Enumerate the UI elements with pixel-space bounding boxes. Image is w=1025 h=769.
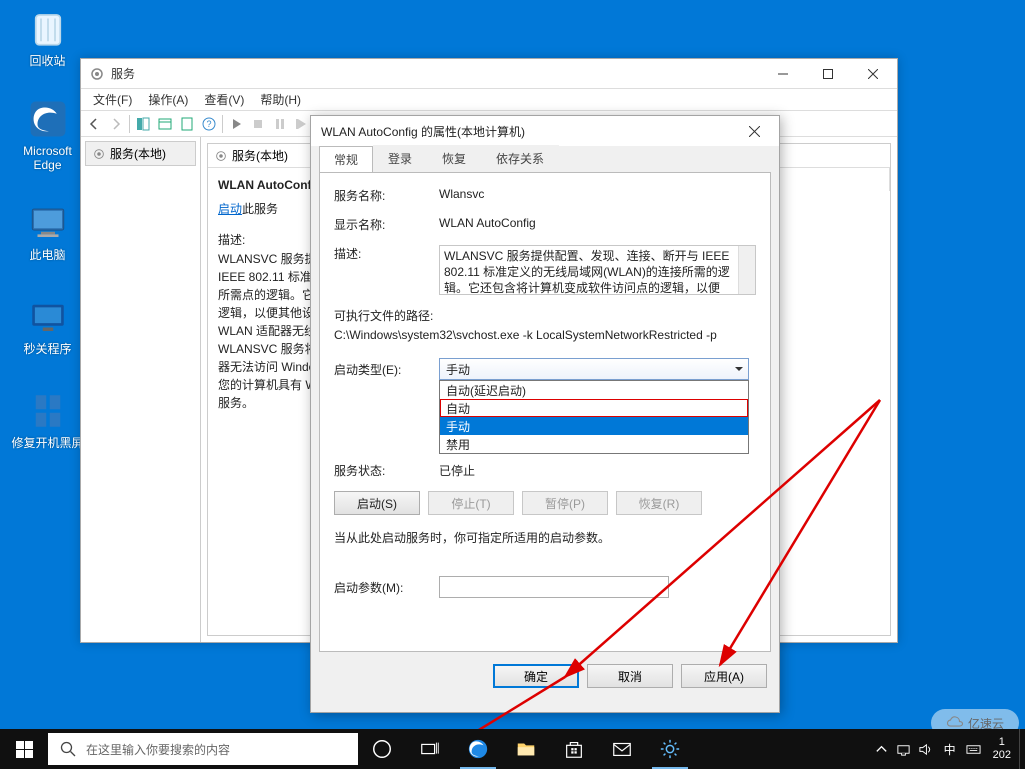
- apply-button[interactable]: 应用(A): [681, 664, 767, 688]
- system-tray: 中 1202: [871, 729, 1025, 769]
- gear-icon: [214, 149, 228, 163]
- taskbar-edge[interactable]: [454, 729, 502, 769]
- tray-network-icon[interactable]: [893, 729, 915, 769]
- tab-recovery[interactable]: 恢复: [427, 145, 481, 172]
- repair-tool-icon: [27, 390, 69, 432]
- display-name-value: WLAN AutoConfig: [439, 216, 756, 230]
- gear-icon: [89, 66, 105, 82]
- services-tree-pane: 服务(本地): [81, 137, 201, 642]
- display-name-label: 显示名称:: [334, 216, 439, 233]
- taskbar-store[interactable]: [550, 729, 598, 769]
- toolbar-help[interactable]: ?: [198, 113, 220, 135]
- search-icon: [60, 741, 76, 757]
- minimize-button[interactable]: [760, 59, 805, 89]
- startup-type-label: 启动类型(E):: [334, 361, 439, 378]
- cortana-button[interactable]: [358, 729, 406, 769]
- resume-button: 恢复(R): [616, 491, 702, 515]
- desktop-icon-this-pc[interactable]: 此电脑: [10, 202, 85, 262]
- taskbar: 在这里输入你要搜索的内容 中 1202: [0, 729, 1025, 769]
- props-close-button[interactable]: [732, 116, 777, 146]
- tab-general[interactable]: 常规: [319, 146, 373, 173]
- start-service-link[interactable]: 启动: [218, 202, 242, 216]
- exe-path-value: C:\Windows\system32\svchost.exe -k Local…: [334, 328, 756, 342]
- shutdown-tool-icon: [27, 296, 69, 338]
- menu-help[interactable]: 帮助(H): [252, 89, 309, 111]
- startup-hint: 当从此处启动服务时，你可指定所适用的启动参数。: [334, 529, 756, 546]
- scrollbar[interactable]: [738, 246, 755, 294]
- props-title: WLAN AutoConfig 的属性(本地计算机): [321, 123, 732, 140]
- maximize-button[interactable]: [805, 59, 850, 89]
- cancel-button[interactable]: 取消: [587, 664, 673, 688]
- description-label: 描述:: [334, 245, 439, 262]
- tray-chevron-up-icon[interactable]: [871, 729, 893, 769]
- toolbar-forward[interactable]: [105, 113, 127, 135]
- services-local-node[interactable]: 服务(本地): [85, 141, 196, 166]
- option-auto-delayed[interactable]: 自动(延迟启动): [440, 381, 748, 399]
- show-desktop-button[interactable]: [1019, 729, 1025, 769]
- services-menubar[interactable]: 文件(F) 操作(A) 查看(V) 帮助(H): [81, 89, 897, 111]
- props-titlebar[interactable]: WLAN AutoConfig 的属性(本地计算机): [311, 116, 779, 146]
- toolbar-properties[interactable]: [154, 113, 176, 135]
- stop-button: 停止(T): [428, 491, 514, 515]
- desktop-icon-shutdown-tool[interactable]: 秒关程序: [10, 296, 85, 356]
- service-name-label: 服务名称:: [334, 187, 439, 204]
- toolbar-pause-service[interactable]: [269, 113, 291, 135]
- toolbar-export[interactable]: [176, 113, 198, 135]
- startup-type-select[interactable]: 手动: [439, 358, 749, 380]
- services-title: 服务: [111, 65, 760, 82]
- service-status-label: 服务状态:: [334, 462, 439, 479]
- taskbar-file-explorer[interactable]: [502, 729, 550, 769]
- pause-button: 暂停(P): [522, 491, 608, 515]
- desktop-icon-repair-tool[interactable]: 修复开机黑屏: [10, 390, 85, 450]
- startup-type-dropdown: 自动(延迟启动) 自动 手动 禁用: [439, 380, 749, 454]
- toolbar-back[interactable]: [83, 113, 105, 135]
- tray-keyboard-icon[interactable]: [963, 729, 985, 769]
- tray-ime[interactable]: 中: [937, 729, 963, 769]
- taskbar-settings[interactable]: [646, 729, 694, 769]
- props-tabs: 常规 登录 恢复 依存关系: [311, 146, 779, 172]
- toolbar-stop-service[interactable]: [247, 113, 269, 135]
- tray-volume-icon[interactable]: [915, 729, 937, 769]
- startup-params-input[interactable]: [439, 576, 669, 598]
- close-button[interactable]: [850, 59, 895, 89]
- tab-dependencies[interactable]: 依存关系: [481, 145, 559, 172]
- service-status-value: 已停止: [439, 462, 756, 479]
- ok-button[interactable]: 确定: [493, 664, 579, 688]
- tray-clock[interactable]: 1202: [985, 736, 1019, 762]
- option-auto[interactable]: 自动: [440, 399, 748, 417]
- start-button[interactable]: 启动(S): [334, 491, 420, 515]
- desktop-icon-recycle-bin[interactable]: 回收站: [10, 8, 85, 68]
- props-general-panel: 服务名称:Wlansvc 显示名称:WLAN AutoConfig 描述:WLA…: [319, 172, 771, 652]
- option-disabled[interactable]: 禁用: [440, 435, 748, 453]
- option-manual[interactable]: 手动: [440, 417, 748, 435]
- toolbar-show-hide[interactable]: [132, 113, 154, 135]
- this-pc-icon: [27, 202, 69, 244]
- description-box[interactable]: WLANSVC 服务提供配置、发现、连接、断开与 IEEE 802.11 标准定…: [439, 245, 756, 295]
- gear-icon: [92, 147, 106, 161]
- menu-file[interactable]: 文件(F): [85, 89, 140, 111]
- toolbar-start-service[interactable]: [225, 113, 247, 135]
- exe-path-label: 可执行文件的路径:: [334, 307, 756, 324]
- recycle-bin-icon: [27, 8, 69, 50]
- desktop-icon-edge[interactable]: Microsoft Edge: [10, 98, 85, 172]
- service-name-value: Wlansvc: [439, 187, 756, 201]
- start-button[interactable]: [0, 729, 48, 769]
- search-placeholder: 在这里输入你要搜索的内容: [86, 741, 230, 758]
- tab-logon[interactable]: 登录: [373, 145, 427, 172]
- svg-text:?: ?: [206, 119, 211, 129]
- task-view-button[interactable]: [406, 729, 454, 769]
- menu-view[interactable]: 查看(V): [196, 89, 252, 111]
- taskbar-mail[interactable]: [598, 729, 646, 769]
- taskbar-search[interactable]: 在这里输入你要搜索的内容: [48, 733, 358, 765]
- edge-icon: [27, 98, 69, 140]
- service-properties-dialog: WLAN AutoConfig 的属性(本地计算机) 常规 登录 恢复 依存关系…: [310, 115, 780, 713]
- menu-action[interactable]: 操作(A): [140, 89, 196, 111]
- services-titlebar[interactable]: 服务: [81, 59, 897, 89]
- startup-params-label: 启动参数(M):: [334, 579, 439, 596]
